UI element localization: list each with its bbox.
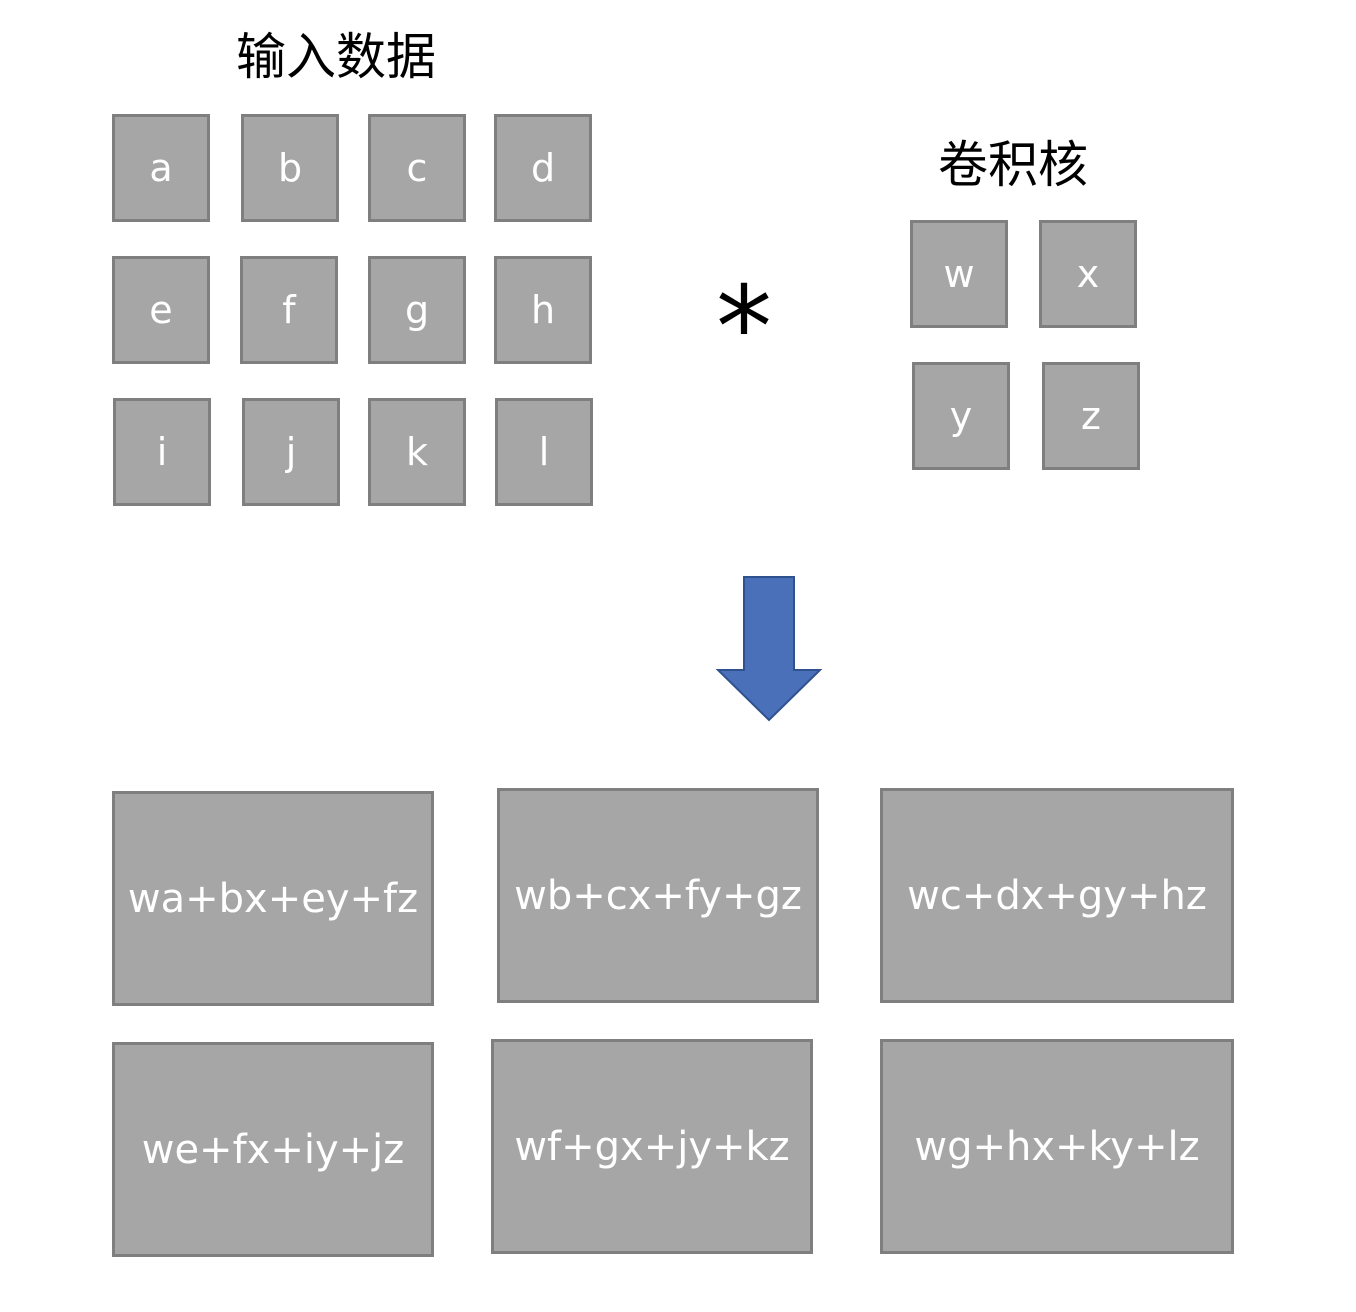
kernel-cell: z <box>1042 362 1140 470</box>
input-cell: c <box>368 114 466 222</box>
input-cell: k <box>368 398 466 506</box>
output-cell: we+fx+iy+jz <box>112 1042 434 1257</box>
kernel-cell: w <box>910 220 1008 328</box>
kernel-title: 卷积核 <box>938 136 1088 194</box>
convolution-operator: * <box>716 263 772 393</box>
output-cell: wa+bx+ey+fz <box>112 791 434 1006</box>
input-cell: h <box>494 256 592 364</box>
input-cell: i <box>113 398 211 506</box>
input-data-title: 输入数据 <box>236 28 436 86</box>
input-cell: d <box>494 114 592 222</box>
kernel-cell: x <box>1039 220 1137 328</box>
output-cell: wc+dx+gy+hz <box>880 788 1234 1003</box>
input-cell: b <box>241 114 339 222</box>
input-cell: j <box>242 398 340 506</box>
input-cell: e <box>112 256 210 364</box>
input-cell: a <box>112 114 210 222</box>
down-arrow-icon <box>715 576 823 722</box>
output-cell: wf+gx+jy+kz <box>491 1039 813 1254</box>
kernel-cell: y <box>912 362 1010 470</box>
output-cell: wg+hx+ky+lz <box>880 1039 1234 1254</box>
input-cell: g <box>368 256 466 364</box>
input-cell: l <box>495 398 593 506</box>
output-cell: wb+cx+fy+gz <box>497 788 819 1003</box>
input-cell: f <box>240 256 338 364</box>
